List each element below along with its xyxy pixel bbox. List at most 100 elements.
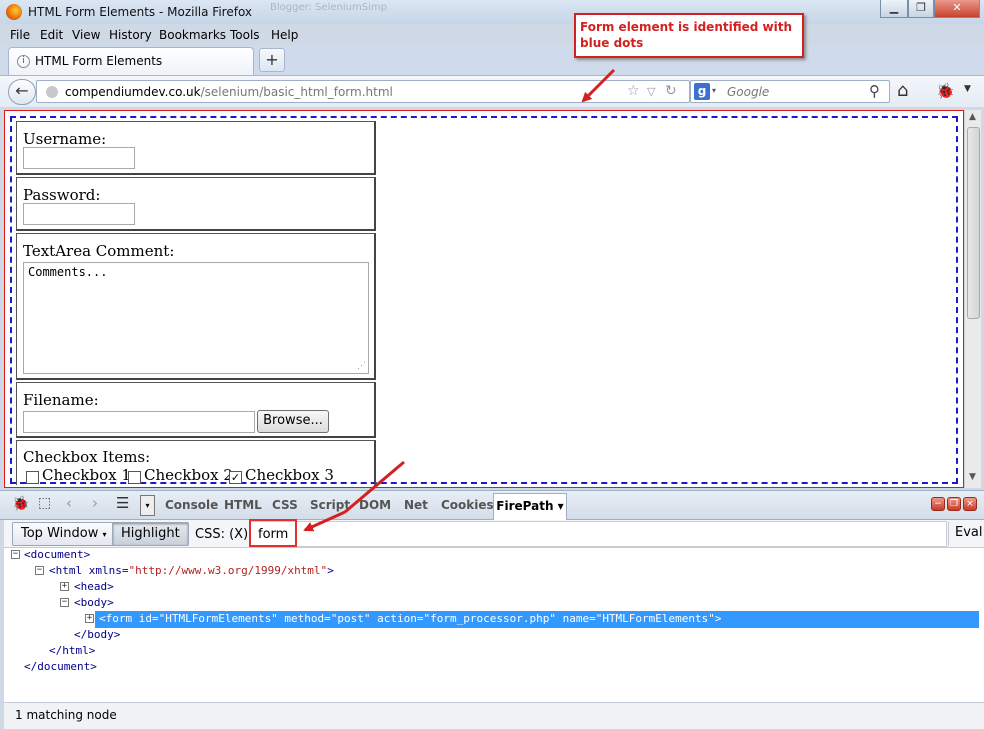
resize-grip-icon[interactable]: ⋰: [357, 361, 366, 371]
html-attr-name: xmlns=: [88, 564, 129, 577]
css-selector-label[interactable]: CSS: (X) ▾: [195, 527, 256, 542]
back-arrow-icon[interactable]: ‹: [66, 494, 72, 512]
url-path: /selenium/basic_html_form.html: [200, 85, 393, 99]
checkbox-1-label: Checkbox 1: [42, 466, 131, 484]
menu-edit[interactable]: Edit: [40, 28, 63, 42]
fieldset-textarea: TextArea Comment: Comments... ⋰: [16, 233, 376, 380]
username-input[interactable]: [23, 147, 135, 169]
minimize-button[interactable]: ▁: [880, 0, 908, 18]
fbtab-cookies[interactable]: Cookies: [441, 498, 494, 512]
selected-form-row[interactable]: <form id="HTMLFormElements" method="post…: [95, 611, 979, 628]
fbtab-dom[interactable]: DOM: [359, 498, 391, 512]
firebug-minimize-icon[interactable]: −: [931, 497, 945, 511]
close-window-button[interactable]: ✕: [934, 0, 980, 18]
checkbox-1[interactable]: [26, 471, 39, 484]
menu-view[interactable]: View: [72, 28, 100, 42]
css-selector-input[interactable]: form: [250, 521, 947, 547]
page-info-icon: i: [17, 55, 30, 68]
panel-dropdown-icon[interactable]: ▾: [140, 495, 155, 516]
firebug-icon[interactable]: 🐞: [936, 82, 955, 100]
fieldset-checkboxes: Checkbox Items: Checkbox 1 Checkbox 2 ✓ …: [16, 440, 376, 485]
firepath-status-bar: 1 matching node: [4, 702, 984, 729]
forward-arrow-icon[interactable]: ›: [92, 494, 98, 512]
firebug-close-icon[interactable]: ×: [963, 497, 977, 511]
window-title: HTML Form Elements - Mozilla Firefox: [28, 5, 253, 19]
bookmark-star-icon[interactable]: ☆: [627, 83, 640, 99]
menu-icon[interactable]: ☰: [116, 494, 129, 512]
css-label-text: CSS: (X): [195, 527, 249, 542]
collapse-document-icon[interactable]: −: [11, 550, 20, 559]
annotation-callout: Form element is identified with blue dot…: [574, 13, 804, 58]
tab-label: HTML Form Elements: [35, 54, 163, 68]
textarea-value: Comments...: [28, 265, 108, 279]
back-button[interactable]: ←: [8, 79, 36, 105]
url-domain: compendiumdev.co.uk: [65, 85, 201, 99]
ghost-tab-label: Blogger: SeleniumSimp: [270, 2, 387, 13]
firebug-bug-icon[interactable]: 🐞: [12, 496, 29, 512]
fbtab-firepath[interactable]: FirePath ▾: [493, 493, 567, 520]
eval-button[interactable]: Eval: [948, 522, 984, 546]
fbtab-net[interactable]: Net: [404, 498, 428, 512]
menu-help[interactable]: Help: [271, 28, 298, 42]
highlight-button[interactable]: Highlight: [112, 522, 189, 546]
reload-icon[interactable]: ↻: [665, 83, 677, 99]
tree-html-close[interactable]: </html>: [49, 644, 95, 657]
html-attr-value: "http://www.w3.org/1999/xhtml": [128, 564, 328, 577]
fbtab-console[interactable]: Console: [165, 498, 218, 512]
top-window-button[interactable]: Top Window ▾: [12, 522, 116, 546]
new-tab-button[interactable]: +: [259, 48, 285, 72]
tree-document-open[interactable]: <document>: [24, 548, 90, 561]
tree-body-close[interactable]: </body>: [74, 628, 120, 641]
search-icon[interactable]: ⚲: [869, 82, 880, 100]
password-input[interactable]: [23, 203, 135, 225]
tree-html-open[interactable]: <html xmlns="http://www.w3.org/1999/xhtm…: [49, 564, 334, 577]
checkbox-2[interactable]: [128, 471, 141, 484]
url-dropdown-icon[interactable]: ▽: [647, 85, 655, 98]
fieldset-filename: Filename: Browse...: [16, 382, 376, 438]
url-text[interactable]: compendiumdev.co.uk/selenium/basic_html_…: [65, 85, 393, 99]
inspect-icon[interactable]: ⬚: [38, 495, 51, 511]
fbtab-script[interactable]: Script: [310, 498, 350, 512]
password-label: Password:: [23, 186, 101, 204]
annotation-css-highlight-box: [249, 519, 297, 547]
matching-node-status: 1 matching node: [15, 708, 117, 722]
page-vertical-scrollbar[interactable]: ▲ ▼: [964, 110, 981, 488]
home-icon[interactable]: ⌂: [897, 80, 908, 101]
google-engine-icon[interactable]: g: [694, 83, 710, 100]
restore-button[interactable]: ❐: [908, 0, 934, 18]
firefox-logo-icon: [6, 4, 22, 20]
expand-form-icon[interactable]: +: [85, 614, 94, 623]
tree-form-node[interactable]: <form id="HTMLFormElements" method="post…: [99, 612, 722, 625]
menu-file[interactable]: File: [10, 28, 30, 42]
tree-head[interactable]: <head>: [74, 580, 114, 593]
fbtab-css[interactable]: CSS: [272, 498, 298, 512]
fieldset-username: Username:: [16, 121, 376, 175]
html-tag: <html: [49, 564, 83, 577]
fbtab-html[interactable]: HTML: [224, 498, 262, 512]
checkbox-3[interactable]: ✓: [229, 471, 242, 484]
menu-history[interactable]: History: [109, 28, 152, 42]
comment-textarea[interactable]: Comments... ⋰: [23, 262, 369, 374]
browse-button[interactable]: Browse...: [257, 410, 329, 433]
menu-bookmarks[interactable]: Bookmarks: [159, 28, 226, 42]
expand-head-icon[interactable]: +: [60, 582, 69, 591]
checkbox-title: Checkbox Items:: [23, 448, 151, 466]
tab-html-form-elements[interactable]: i HTML Form Elements: [8, 47, 254, 75]
firebug-detach-icon[interactable]: ❐: [947, 497, 961, 511]
collapse-body-icon[interactable]: −: [60, 598, 69, 607]
tree-document-close[interactable]: </document>: [24, 660, 97, 673]
top-window-dropdown-icon: ▾: [102, 530, 107, 539]
menu-tools[interactable]: Tools: [230, 28, 260, 42]
search-placeholder: Google: [727, 85, 770, 99]
file-input[interactable]: [23, 411, 255, 433]
scroll-down-icon[interactable]: ▼: [969, 472, 976, 482]
search-bar[interactable]: g ▾ Google ⚲: [690, 80, 890, 103]
collapse-html-icon[interactable]: −: [35, 566, 44, 575]
firebug-dropdown-icon[interactable]: ▼: [964, 84, 971, 94]
username-label: Username:: [23, 130, 107, 148]
scroll-up-icon[interactable]: ▲: [969, 112, 976, 122]
scroll-thumb[interactable]: [967, 127, 980, 319]
url-bar[interactable]: compendiumdev.co.uk/selenium/basic_html_…: [36, 80, 690, 103]
engine-dropdown-icon[interactable]: ▾: [712, 86, 716, 95]
tree-body-open[interactable]: <body>: [74, 596, 114, 609]
